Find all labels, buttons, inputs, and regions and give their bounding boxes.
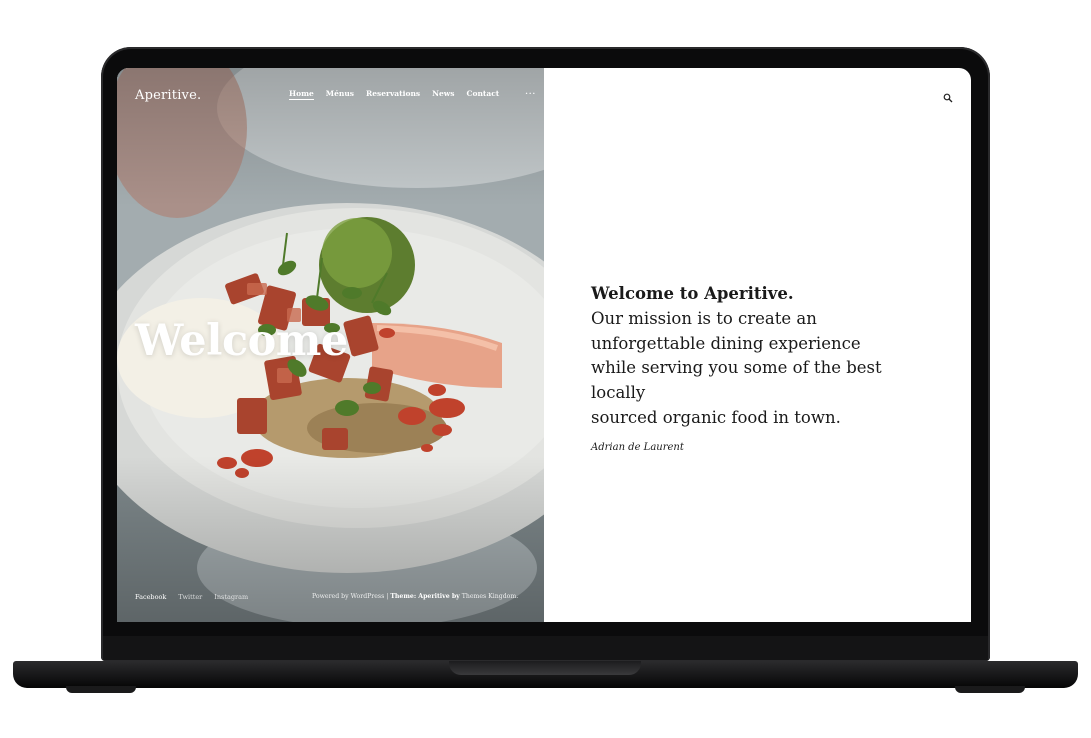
nav-item-news[interactable]: News — [432, 89, 454, 100]
search-icon[interactable] — [943, 93, 953, 103]
author-signature: Adrian de Laurent — [591, 442, 684, 453]
social-link-instagram[interactable]: Instagram — [214, 593, 248, 601]
credits-author[interactable]: Themes Kingdom. — [460, 593, 519, 600]
hero-heading: Welcome — [135, 316, 348, 366]
nav-item-menus[interactable]: Ménus — [326, 89, 354, 100]
credits-theme[interactable]: Theme: Aperitive by — [390, 593, 459, 600]
credits-prefix[interactable]: Powered by WordPress | — [312, 593, 390, 600]
laptop-foot-left — [66, 686, 136, 693]
site-logo[interactable]: Aperitive. — [135, 88, 201, 103]
laptop-foot-right — [955, 686, 1025, 693]
nav-item-contact[interactable]: Contact — [466, 89, 499, 100]
intro-line: while serving you some of the best local… — [591, 358, 882, 403]
laptop-mockup: Aperitive. Home Ménus Reservations News … — [0, 0, 1091, 738]
laptop-chin — [103, 636, 988, 660]
nav-item-home[interactable]: Home — [289, 89, 314, 100]
social-link-twitter[interactable]: Twitter — [178, 593, 202, 601]
intro-line: Our mission is to create an — [591, 308, 817, 328]
hero-panel: Aperitive. Home Ménus Reservations News … — [117, 68, 544, 622]
more-icon[interactable]: ··· — [525, 89, 536, 100]
intro-line: sourced organic food in town. — [591, 407, 841, 427]
laptop-notch — [449, 661, 641, 675]
social-links: Facebook Twitter Instagram — [135, 593, 248, 601]
footer-credits: Powered by WordPress | Theme: Aperitive … — [312, 593, 518, 600]
browser-screen: Aperitive. Home Ménus Reservations News … — [117, 68, 971, 622]
intro-text: Welcome to Aperitive. Our mission is to … — [591, 282, 941, 431]
nav-item-reservations[interactable]: Reservations — [366, 89, 420, 100]
social-link-facebook[interactable]: Facebook — [135, 593, 166, 601]
intro-line: unforgettable dining experience — [591, 333, 861, 353]
main-nav: Home Ménus Reservations News Contact ··· — [289, 89, 536, 100]
intro-title: Welcome to Aperitive. — [591, 284, 794, 303]
